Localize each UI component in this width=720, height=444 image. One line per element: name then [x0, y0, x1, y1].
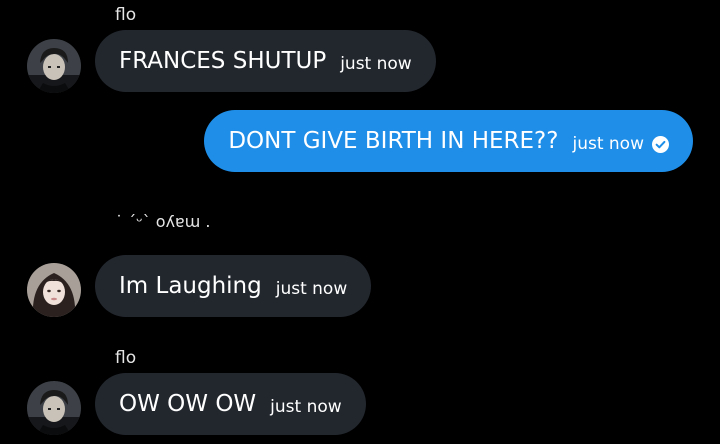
check-circle-icon	[652, 135, 669, 153]
message-text: OW OW OW	[119, 391, 257, 417]
avatar-photo	[27, 39, 81, 93]
message-timestamp: just now	[270, 397, 342, 417]
sender-name[interactable]: ˙ ´ᵕ` ᴏʎɐɯ .	[115, 212, 210, 232]
message-timestamp: just now	[340, 54, 412, 74]
avatar-photo	[27, 381, 81, 435]
message-timestamp: just now	[572, 134, 644, 154]
message-bubble[interactable]: OW OW OW just now	[95, 373, 366, 435]
message-bubble[interactable]: Im Laughing just now	[95, 255, 372, 317]
avatar-photo	[27, 263, 81, 317]
sender-name[interactable]: flo	[115, 5, 136, 25]
user-avatar[interactable]	[27, 263, 81, 317]
message-bubble[interactable]: FRANCES SHUTUP just now	[95, 30, 436, 92]
message-text: Im Laughing	[119, 273, 262, 299]
user-avatar[interactable]	[27, 39, 81, 93]
message-bubble-outgoing[interactable]: DONT GIVE BIRTH IN HERE?? just now	[204, 110, 693, 172]
message-text: FRANCES SHUTUP	[119, 48, 327, 74]
message-text: DONT GIVE BIRTH IN HERE??	[228, 128, 559, 154]
sender-name[interactable]: flo	[115, 348, 136, 368]
chat-thread: flo FRANCES SHUTUP just now DONT GIVE BI…	[0, 0, 720, 444]
message-timestamp: just now	[275, 279, 348, 299]
user-avatar[interactable]	[27, 381, 81, 435]
